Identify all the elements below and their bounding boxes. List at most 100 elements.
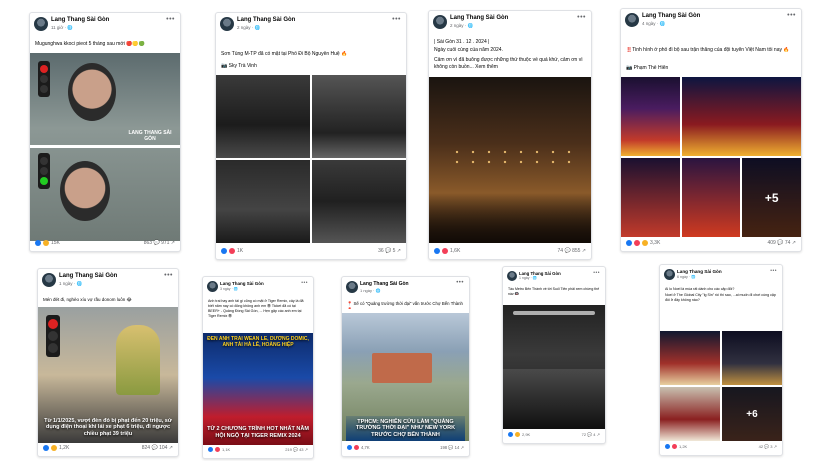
post-card-1: Lang Thang Sài Gòn 11 giờ · 🌐 ••• Mugung… bbox=[29, 12, 181, 252]
post-stats[interactable]: 72 💬 4 ↗ bbox=[582, 432, 600, 437]
post-image[interactable] bbox=[621, 77, 680, 156]
love-icon bbox=[442, 248, 448, 254]
post-footer: 1,2K 42 💬 3 ↗ bbox=[660, 439, 782, 455]
more-options-icon[interactable]: ••• bbox=[770, 268, 777, 274]
post-text: Mén đét đi, nghèo xíu vợ rầu donom luôn … bbox=[43, 297, 132, 302]
post-stats[interactable]: 219 💬 43 ↗ bbox=[285, 447, 308, 452]
page-avatar[interactable] bbox=[507, 271, 517, 281]
post-image[interactable]: LANG THANG SÀI GÒN bbox=[30, 53, 180, 241]
page-name[interactable]: Lang Thang Sài Gòn bbox=[450, 15, 508, 21]
reactions[interactable]: 2,9K bbox=[508, 432, 530, 437]
post-image[interactable] bbox=[429, 77, 591, 243]
post-stats[interactable]: 409 💬 74 ↗ bbox=[768, 240, 797, 246]
post-image[interactable]: TPHCM: NGHIÊN CỨU LÀM "QUẢNG TRƯỜNG THỜI… bbox=[342, 313, 469, 441]
reaction-count: 4,7K bbox=[361, 445, 370, 450]
post-image[interactable] bbox=[216, 75, 310, 158]
reaction-count: 1,6K bbox=[450, 248, 461, 254]
reaction-count: 2,9K bbox=[522, 432, 531, 437]
post-time[interactable]: 3 ngày · 🌐 bbox=[220, 287, 238, 291]
more-options-icon[interactable]: ••• bbox=[577, 14, 586, 21]
like-icon bbox=[508, 432, 513, 437]
post-image[interactable] bbox=[312, 160, 406, 243]
like-icon bbox=[221, 248, 227, 254]
post-time[interactable]: 1 ngày · 🌐 bbox=[59, 281, 82, 287]
love-icon bbox=[634, 240, 640, 246]
post-stats[interactable]: 36 💬 5 ↗ bbox=[378, 248, 401, 254]
reactions[interactable]: 4,7K bbox=[347, 445, 370, 450]
post-stats[interactable]: 863 💬 971 ↗ bbox=[144, 240, 175, 246]
doll-figure bbox=[60, 161, 110, 221]
post-image[interactable] bbox=[660, 331, 720, 385]
page-name[interactable]: Lang Thang Sài Gòn bbox=[677, 269, 722, 274]
page-avatar[interactable] bbox=[220, 17, 234, 31]
more-photos-count[interactable]: +6 bbox=[722, 387, 782, 441]
post-card-8: Lang Thang Sài Gòn 1 ngày · 🌐 ••• Tàu Me… bbox=[502, 266, 606, 444]
post-header: Lang Thang Sài Gòn 1 ngày · 🌐 ••• bbox=[342, 277, 469, 301]
photo-grid[interactable]: +5 bbox=[621, 77, 801, 237]
more-options-icon[interactable]: ••• bbox=[787, 12, 796, 19]
page-name[interactable]: Lang Thang Sài Gòn bbox=[237, 17, 295, 23]
reactions[interactable]: 1K bbox=[221, 248, 243, 254]
love-icon bbox=[354, 445, 359, 450]
reactions[interactable]: 1,1K bbox=[208, 447, 230, 452]
like-icon bbox=[626, 240, 632, 246]
post-image[interactable] bbox=[722, 331, 782, 385]
page-name[interactable]: Lang Thang Sài Gòn bbox=[360, 281, 409, 287]
more-options-icon[interactable]: ••• bbox=[164, 272, 173, 279]
page-avatar[interactable] bbox=[433, 15, 447, 29]
reactions[interactable]: 3,3K bbox=[626, 240, 660, 246]
post-text: Tàu Metro Bến Thành về tới Suối Tiên phả… bbox=[508, 287, 600, 295]
page-avatar[interactable] bbox=[34, 17, 48, 31]
post-time[interactable]: 2 ngày · 🌐 bbox=[237, 25, 260, 31]
page-avatar[interactable] bbox=[42, 273, 56, 287]
reactions[interactable]: 1,2K bbox=[43, 445, 69, 451]
photo-grid[interactable] bbox=[216, 75, 406, 243]
more-photos-count[interactable]: +5 bbox=[742, 158, 801, 237]
poster-headline: ĐEN ANH TRAI WEAN LE, DƯƠNG DOMIC, ANH T… bbox=[207, 336, 309, 348]
post-time[interactable]: 4 ngày · 🌐 bbox=[642, 21, 665, 27]
post-stats[interactable]: 198 💬 14 ↗ bbox=[440, 445, 464, 451]
post-stats[interactable]: 74 💬 855 ↗ bbox=[558, 248, 587, 254]
reactions[interactable]: 1,2K bbox=[665, 444, 687, 449]
more-options-icon[interactable]: ••• bbox=[301, 280, 308, 286]
page-avatar[interactable] bbox=[664, 269, 675, 280]
more-options-icon[interactable]: ••• bbox=[593, 270, 600, 276]
reactions[interactable]: 1,6K bbox=[434, 248, 460, 254]
more-options-icon[interactable]: ••• bbox=[166, 16, 175, 23]
post-image[interactable]: +6 bbox=[722, 387, 782, 441]
post-time[interactable]: 2 ngày · 🌐 bbox=[450, 23, 473, 29]
post-image[interactable] bbox=[681, 158, 741, 237]
more-options-icon[interactable]: ••• bbox=[456, 280, 464, 286]
like-icon bbox=[434, 248, 440, 254]
post-card-3: Lang Thang Sài Gòn 2 ngày · 🌐 ••• | Sài … bbox=[428, 10, 592, 260]
post-stats[interactable]: 824 💬 104 ↗ bbox=[142, 445, 173, 451]
page-avatar[interactable] bbox=[207, 281, 218, 292]
photo-grid[interactable]: +6 bbox=[660, 331, 782, 441]
post-image[interactable] bbox=[503, 305, 605, 429]
post-image[interactable] bbox=[660, 387, 720, 441]
post-image[interactable]: Từ 1/1/2025, vượt đèn đỏ bị phạt đến 20 … bbox=[38, 307, 178, 443]
page-name[interactable]: Lang Thang Sài Gòn bbox=[51, 17, 109, 23]
post-card-6: Lang Thang Sài Gòn 3 ngày · 🌐 ••• Anh tr… bbox=[202, 276, 314, 459]
page-name[interactable]: Lang Thang Sài Gòn bbox=[59, 273, 117, 279]
more-options-icon[interactable]: ••• bbox=[392, 16, 401, 23]
post-time[interactable]: 6 ngày · 🌐 bbox=[677, 275, 695, 279]
post-image[interactable] bbox=[621, 158, 680, 237]
post-image[interactable]: ĐEN ANH TRAI WEAN LE, DƯƠNG DOMIC, ANH T… bbox=[203, 333, 313, 445]
post-time[interactable]: 1 ngày · 🌐 bbox=[360, 288, 381, 293]
love-icon bbox=[215, 447, 220, 452]
like-icon bbox=[665, 444, 670, 449]
reactions[interactable]: 15K bbox=[35, 240, 60, 246]
post-image[interactable]: +5 bbox=[742, 158, 801, 237]
page-name[interactable]: Lang Thang Sài Gòn bbox=[220, 281, 264, 286]
post-stats[interactable]: 42 💬 3 ↗ bbox=[759, 444, 777, 449]
post-image[interactable] bbox=[681, 77, 801, 156]
post-time[interactable]: 1 ngày · 🌐 bbox=[519, 276, 537, 280]
page-avatar[interactable] bbox=[625, 13, 639, 27]
like-icon bbox=[43, 445, 49, 451]
page-name[interactable]: Lang Thang Sài Gòn bbox=[642, 13, 700, 19]
post-image[interactable] bbox=[312, 75, 406, 158]
post-image[interactable] bbox=[216, 160, 310, 243]
post-time[interactable]: 11 giờ · 🌐 bbox=[51, 25, 73, 31]
page-avatar[interactable] bbox=[346, 281, 358, 293]
